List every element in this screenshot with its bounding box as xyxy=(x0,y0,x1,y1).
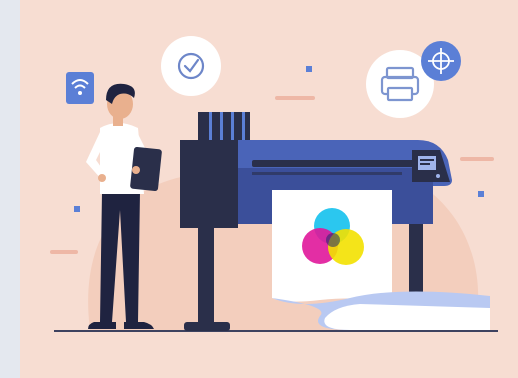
check-clock-icon xyxy=(161,36,221,96)
deco-dot xyxy=(478,191,484,197)
deco-dot xyxy=(74,206,80,212)
crosshair-icon xyxy=(421,41,461,81)
deco-dot xyxy=(306,66,312,72)
deco-dash xyxy=(275,96,315,100)
deco-dash xyxy=(460,157,494,161)
ink-cartridges xyxy=(198,112,250,142)
illustration-frame xyxy=(20,0,518,378)
deco-dash xyxy=(50,250,78,254)
illustration-canvas xyxy=(50,36,498,332)
wifi-icon xyxy=(66,72,94,104)
